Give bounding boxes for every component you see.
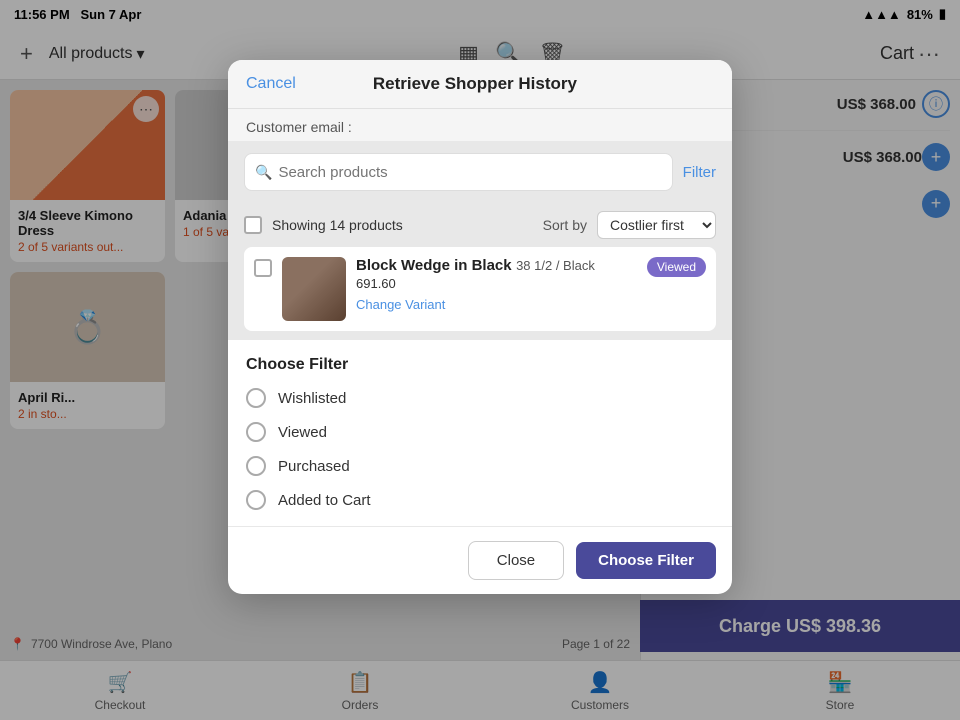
- customer-email-label: Customer email :: [246, 119, 352, 135]
- filter-option-label: Viewed: [278, 424, 327, 441]
- filter-title: Choose Filter: [246, 356, 714, 374]
- modal-header: Cancel Retrieve Shopper History: [228, 60, 732, 109]
- filter-option-label: Wishlisted: [278, 390, 346, 407]
- radio-added-to-cart[interactable]: [246, 490, 266, 510]
- item-variant: 38 1/2 / Black: [516, 258, 595, 273]
- modal-footer: Close Choose Filter: [228, 526, 732, 594]
- item-image: [282, 257, 346, 321]
- radio-viewed[interactable]: [246, 422, 266, 442]
- sort-label: Sort by: [543, 217, 587, 233]
- filter-section: Choose Filter Wishlisted Viewed Purchase…: [228, 339, 732, 526]
- sort-select[interactable]: Costlier first Cheaper first A-Z Z-A: [597, 211, 716, 239]
- filter-option-added-to-cart[interactable]: Added to Cart: [246, 490, 714, 510]
- filter-option-label: Added to Cart: [278, 492, 371, 509]
- search-icon: 🔍: [255, 164, 272, 181]
- cancel-button[interactable]: Cancel: [246, 75, 296, 93]
- search-input-wrap: 🔍: [244, 153, 673, 191]
- filter-button[interactable]: Filter: [683, 164, 716, 181]
- filter-option-label: Purchased: [278, 458, 350, 475]
- viewed-badge: Viewed: [647, 257, 706, 277]
- select-all-checkbox[interactable]: [244, 216, 262, 234]
- radio-wishlisted[interactable]: [246, 388, 266, 408]
- item-price: 691.60: [356, 276, 396, 291]
- filter-options: Wishlisted Viewed Purchased Added to Car…: [246, 388, 714, 510]
- filter-option-viewed[interactable]: Viewed: [246, 422, 714, 442]
- radio-purchased[interactable]: [246, 456, 266, 476]
- item-name: Block Wedge in Black: [356, 257, 512, 274]
- filter-option-purchased[interactable]: Purchased: [246, 456, 714, 476]
- close-button[interactable]: Close: [468, 541, 564, 580]
- item-checkbox[interactable]: [254, 259, 272, 277]
- showing-text: Showing 14 products: [272, 217, 533, 233]
- retrieve-shopper-modal: Cancel Retrieve Shopper History Customer…: [228, 60, 732, 594]
- modal-search-area: 🔍 Filter: [228, 141, 732, 203]
- filter-option-wishlisted[interactable]: Wishlisted: [246, 388, 714, 408]
- modal-products: Showing 14 products Sort by Costlier fir…: [228, 203, 732, 339]
- change-variant-link[interactable]: Change Variant: [356, 297, 637, 312]
- search-input[interactable]: [278, 164, 661, 181]
- choose-filter-button[interactable]: Choose Filter: [576, 542, 716, 579]
- list-item: Block Wedge in Black 38 1/2 / Black 691.…: [244, 247, 716, 331]
- modal-title: Retrieve Shopper History: [373, 74, 577, 94]
